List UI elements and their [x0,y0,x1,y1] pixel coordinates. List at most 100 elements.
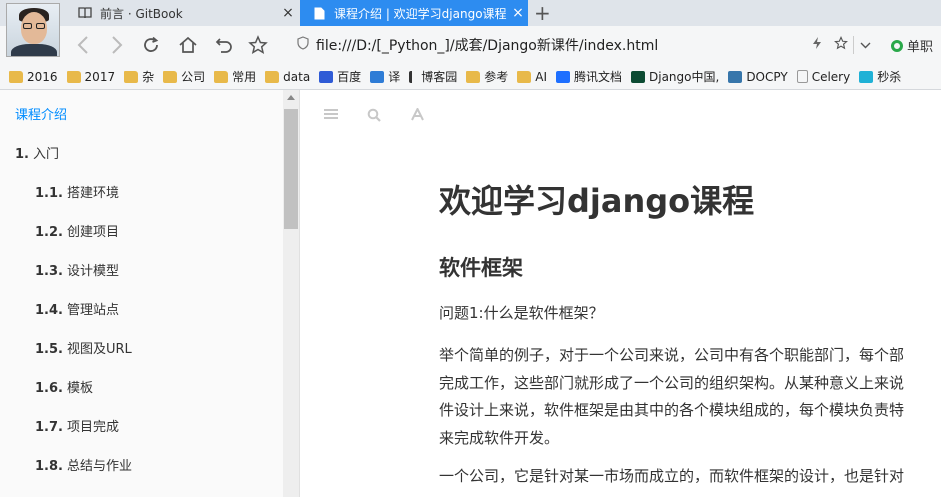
home-button[interactable] [175,32,201,58]
seckill-icon [859,70,874,83]
paragraph: 件设计上来说，软件框架是由其中的各个模块组成的，每个模块负责特 [439,401,905,419]
reload-button[interactable] [138,32,164,58]
home-icon [179,36,197,53]
python-icon [728,70,743,83]
sidebar-item-number: 1.1. [35,186,63,201]
tencent-docs-icon [555,70,570,83]
bookmark-label: 2016 [27,69,58,84]
sidebar-item-number: 1.6. [35,381,63,396]
bookmark-item[interactable]: 参考 [466,68,508,85]
folder-icon [517,70,532,83]
sidebar-item[interactable]: 1.3. 设计模型 [35,260,119,279]
page-title: 欢迎学习django课程 [439,182,755,220]
sidebar-item[interactable]: 1.4. 管理站点 [35,299,119,318]
bookmark-item[interactable]: data [265,70,310,84]
bookmark-star-icon[interactable] [829,35,853,54]
sidebar-item[interactable]: 1.6. 模板 [35,377,93,396]
bookmark-label: DOCPY [746,69,788,84]
back-button[interactable] [70,32,96,58]
address-input[interactable]: file:///D:/[_Python_]/成套/Django新课件/index… [316,35,805,55]
bookmark-item[interactable]: 2016 [9,70,58,84]
sidebar-item[interactable]: 课程介绍 [15,104,67,123]
chevron-down-icon[interactable] [860,39,871,52]
address-bar[interactable]: file:///D:/[_Python_]/成套/Django新课件/index… [290,33,853,57]
sidebar-item[interactable]: 1. 入门 [15,143,59,162]
forward-button[interactable] [104,32,130,58]
tab-gitbook-preface[interactable]: 前言 · GitBook × [66,0,298,26]
star-icon [248,35,268,55]
sidebar-item-label: 课程介绍 [15,108,68,123]
avatar[interactable] [6,3,60,57]
bookmark-item[interactable]: 译 [370,68,400,85]
menu-toggle-icon[interactable] [323,108,339,124]
sidebar-item-label: 搭建环境 [66,186,119,201]
book-icon [78,6,92,20]
search-engine-icon [891,39,903,52]
undo-close-button[interactable] [211,32,237,58]
scroll-up-arrow-icon[interactable] [287,95,295,100]
sidebar-item-label: 管理站点 [66,303,119,318]
paragraph: 完成工作，这些部门就形成了一个公司的组织架构。从某种意义上来说 [439,374,905,392]
sidebar-item[interactable]: 1.8. 总结与作业 [35,455,132,474]
folder-icon [265,70,280,83]
sidebar-item-number: 1.3. [35,264,63,279]
search-engine-selector[interactable]: 单职 [891,36,933,55]
paragraph: 问题1:什么是软件框架？ [439,304,604,322]
sidebar-item-label: 设计模型 [66,264,119,279]
sidebar-item[interactable]: 1.5. 视图及URL [35,338,132,357]
sidebar-item[interactable]: 1.1. 搭建环境 [35,182,119,201]
bookmark-item[interactable]: 常用 [214,68,256,85]
bookmark-item[interactable]: 公司 [163,68,205,85]
paragraph: 一个公司，它是针对某一市场而成立的，而软件框架的设计，也是针对 [439,467,905,485]
bookmark-item[interactable]: AI [517,70,547,84]
sidebar-item-label: 视图及URL [66,342,132,357]
bookmark-label: Django中国, [649,70,720,84]
bookmark-item[interactable]: Django中国, [631,68,719,85]
paragraph: 举个简单的例子，对于一个公司来说，公司中有各个职能部门，每个部 [439,346,905,364]
folder-icon [9,70,23,83]
bookmark-item[interactable]: 博客园 [409,68,457,85]
chevron-right-icon [112,36,123,54]
bookmark-item[interactable]: 秒杀 [859,68,901,85]
favorite-button[interactable] [245,32,271,58]
sidebar-item-number: 1.8. [35,459,63,474]
new-tab-button[interactable]: + [534,1,551,25]
tab-label: 前言 · GitBook [100,6,183,21]
scrollbar-thumb[interactable] [284,109,298,229]
baidu-icon [319,70,334,83]
close-tab-icon[interactable]: × [278,5,298,21]
divider [853,36,854,54]
bookmark-item[interactable]: 2017 [66,69,116,84]
bookmark-item[interactable]: 杂 [124,68,154,85]
folder-icon [214,70,229,83]
sidebar-item-number: 1. [15,147,29,162]
sidebar-item[interactable]: 1.2. 创建项目 [35,221,119,240]
bookmark-label: 秒杀 [877,70,902,84]
reload-icon [144,36,159,52]
sidebar-item-label: 总结与作业 [66,459,132,474]
bookmark-item[interactable]: 腾讯文档 [555,68,622,85]
bookmark-label: 杂 [142,70,155,84]
sidebar-item-number: 1.7. [35,420,63,435]
bookmark-item[interactable]: 百度 [319,68,361,85]
tab-course-intro[interactable]: 课程介绍 | 欢迎学习django课程 × [300,0,528,26]
search-icon[interactable] [367,108,381,126]
tab-label: 课程介绍 | 欢迎学习django课程 [334,6,507,21]
close-tab-icon[interactable]: × [508,5,528,21]
sidebar-item[interactable]: 1.7. 项目完成 [35,416,119,435]
bookmark-item[interactable]: DOCPY [728,69,788,84]
folder-icon [124,70,139,83]
tab-bar: 前言 · GitBook × 课程介绍 | 欢迎学习django课程 × + [0,0,941,26]
sidebar-item-number: 1.5. [35,342,63,357]
bookmark-label: 百度 [337,70,362,84]
shield-icon [290,36,316,54]
bookmark-label: 参考 [484,70,509,84]
sidebar-scrollbar[interactable] [283,90,300,497]
bookmark-item[interactable]: Celery [796,70,850,84]
sidebar-item-label: 入门 [32,147,59,162]
folder-icon [66,70,81,83]
lightning-icon[interactable] [805,36,829,54]
font-settings-icon[interactable] [411,106,424,125]
bookmark-label: 2017 [84,69,116,84]
book-content: 欢迎学习django课程 软件框架 问题1:什么是软件框架？ 举个简单的例子，对… [301,90,941,497]
